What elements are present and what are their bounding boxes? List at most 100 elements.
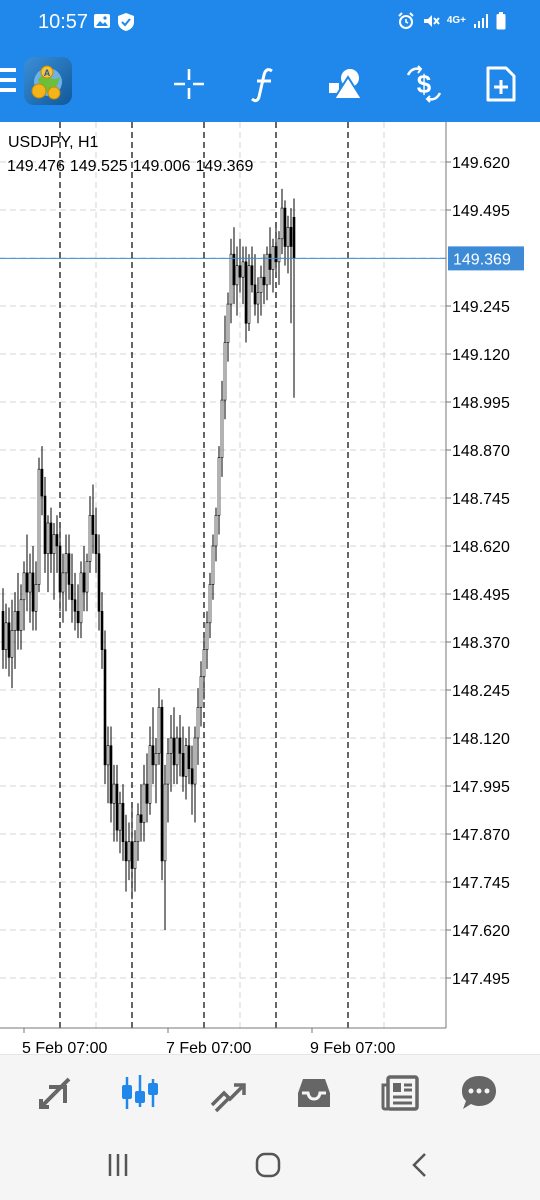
news-icon bbox=[381, 1075, 419, 1111]
price-axis-label: 148.995 bbox=[452, 395, 510, 412]
candle-body bbox=[160, 706, 164, 862]
chart-symbol-label: USDJPY, H1 bbox=[8, 134, 99, 151]
candle-body bbox=[37, 468, 41, 585]
candle-body bbox=[43, 495, 47, 554]
back-button[interactable] bbox=[402, 1150, 438, 1180]
candle-body bbox=[157, 706, 161, 754]
candle-body bbox=[91, 514, 95, 535]
candle-body bbox=[148, 745, 152, 804]
candle-body bbox=[52, 534, 56, 554]
price-axis-label: 149.120 bbox=[452, 347, 510, 364]
candle-body bbox=[115, 783, 119, 831]
recent-apps-icon bbox=[108, 1154, 128, 1176]
candle-body bbox=[94, 534, 98, 554]
menu-icon[interactable] bbox=[0, 68, 16, 98]
candle-body bbox=[175, 737, 179, 766]
price-axis-label: 149.495 bbox=[452, 203, 510, 220]
new-order-button[interactable] bbox=[477, 60, 525, 108]
candle-body bbox=[241, 261, 245, 278]
candle-body bbox=[259, 276, 263, 293]
ohlc-open: 149.476 bbox=[7, 158, 65, 175]
candle-body bbox=[244, 261, 248, 324]
candle-body bbox=[289, 226, 293, 247]
candle-body bbox=[49, 522, 53, 554]
ohlc-high: 149.525 bbox=[69, 158, 128, 175]
candle-body bbox=[181, 753, 185, 777]
trade-button[interactable]: $ bbox=[400, 60, 448, 108]
candle-body bbox=[163, 783, 167, 862]
candle-body bbox=[208, 584, 212, 624]
indicators-icon bbox=[251, 68, 273, 103]
candle-body bbox=[205, 622, 209, 650]
candle-body bbox=[25, 572, 29, 593]
candle-body bbox=[79, 572, 83, 624]
status-time: 10:57 bbox=[38, 11, 89, 33]
candle-body bbox=[193, 737, 197, 785]
nav-history[interactable] bbox=[290, 1069, 338, 1117]
candle-body bbox=[172, 737, 176, 766]
candle-body bbox=[166, 753, 170, 785]
candle-body bbox=[31, 572, 35, 612]
candle-body bbox=[133, 841, 137, 869]
candle-body bbox=[73, 599, 77, 612]
candle-body bbox=[10, 630, 14, 658]
alarm-icon bbox=[398, 12, 414, 29]
candle-body bbox=[4, 622, 8, 650]
home-button[interactable] bbox=[250, 1150, 286, 1180]
candle-body bbox=[58, 545, 62, 593]
app-logo-icon[interactable]: A bbox=[24, 57, 72, 105]
candle-body bbox=[190, 768, 194, 785]
signal-bars-icon bbox=[474, 14, 488, 28]
crosshair-button[interactable] bbox=[165, 60, 213, 108]
candle-body bbox=[262, 276, 266, 286]
shield-check-icon bbox=[118, 13, 134, 31]
new-order-icon bbox=[486, 66, 516, 102]
candle-body bbox=[130, 841, 134, 869]
price-axis-label: 147.870 bbox=[452, 827, 510, 844]
candle-body bbox=[61, 572, 65, 593]
price-axis-label: 148.370 bbox=[452, 635, 510, 652]
nav-news[interactable] bbox=[376, 1069, 424, 1117]
candle-body bbox=[253, 284, 257, 305]
candle-body bbox=[268, 253, 272, 270]
nav-trade[interactable] bbox=[204, 1069, 252, 1117]
candle-body bbox=[211, 545, 215, 585]
candle-body bbox=[19, 599, 23, 631]
candle-body bbox=[235, 265, 239, 286]
indicators-button[interactable] bbox=[241, 60, 289, 108]
candle-body bbox=[7, 622, 11, 658]
4g-signal-icon: 4G+ bbox=[446, 15, 466, 26]
recent-apps-button[interactable] bbox=[100, 1150, 136, 1180]
candle-body bbox=[76, 610, 80, 624]
candle-body bbox=[220, 399, 224, 458]
candle-body bbox=[124, 841, 128, 862]
candle-body bbox=[82, 572, 86, 593]
candle-body bbox=[229, 253, 233, 305]
nav-quotes[interactable] bbox=[31, 1069, 79, 1117]
price-chart[interactable]: 149.620 149.495 149.245 149.120 148.995 148.8… bbox=[0, 122, 540, 1054]
candle-body bbox=[142, 783, 146, 823]
messages-icon bbox=[462, 1076, 496, 1109]
candle-body bbox=[196, 706, 200, 739]
crosshair-icon bbox=[174, 69, 204, 99]
candle-body bbox=[88, 514, 92, 562]
candle-body bbox=[136, 814, 140, 842]
chart-canvas[interactable]: 149.620 149.495 149.245 149.120 148.995 148.8… bbox=[0, 122, 540, 1054]
candle-body bbox=[247, 265, 251, 324]
candle-body bbox=[292, 216, 296, 259]
nav-messages[interactable] bbox=[455, 1069, 503, 1117]
candle-body bbox=[127, 841, 131, 862]
nav-charts[interactable] bbox=[116, 1069, 164, 1117]
gallery-icon bbox=[94, 14, 110, 28]
candle-body bbox=[178, 737, 182, 754]
system-navigation bbox=[0, 1128, 540, 1200]
price-axis-label: 147.620 bbox=[452, 923, 510, 940]
objects-icon bbox=[329, 69, 364, 100]
candle-body bbox=[40, 468, 44, 497]
objects-button[interactable] bbox=[321, 60, 369, 108]
ohlc-close: 149.369 bbox=[195, 158, 254, 175]
candle-body bbox=[238, 265, 242, 278]
candle-body bbox=[22, 572, 26, 601]
price-axis-label: 147.495 bbox=[452, 971, 510, 988]
home-icon bbox=[255, 1152, 281, 1178]
